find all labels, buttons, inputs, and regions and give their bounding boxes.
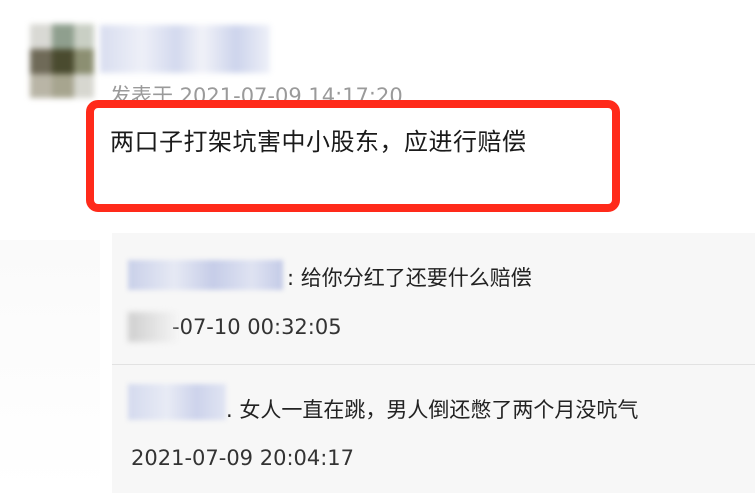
reply-1-author-redacted[interactable] bbox=[128, 260, 283, 290]
comment-content: 两口子打架坑害中小股东，应进行赔偿 bbox=[110, 128, 527, 156]
reply-2-author-redacted[interactable] bbox=[128, 384, 226, 420]
avatar[interactable] bbox=[30, 24, 94, 98]
post-timestamp: 发表于 2021-07-09 14:17:20 bbox=[110, 84, 403, 102]
reply-2-text: . 女人一直在跳，男人倒还憋了两个月没吭气 bbox=[226, 398, 639, 422]
reply-2-time: 2021-07-09 20:04:17 bbox=[131, 446, 355, 470]
reply-divider bbox=[112, 364, 755, 365]
reply-1-text: : 给你分红了还要什么赔偿 bbox=[287, 266, 532, 290]
left-margin bbox=[0, 240, 100, 493]
reply-1-time-redacted bbox=[128, 312, 180, 342]
author-name-redacted[interactable] bbox=[100, 25, 270, 73]
reply-1-time: -07-10 00:32:05 bbox=[172, 315, 342, 339]
